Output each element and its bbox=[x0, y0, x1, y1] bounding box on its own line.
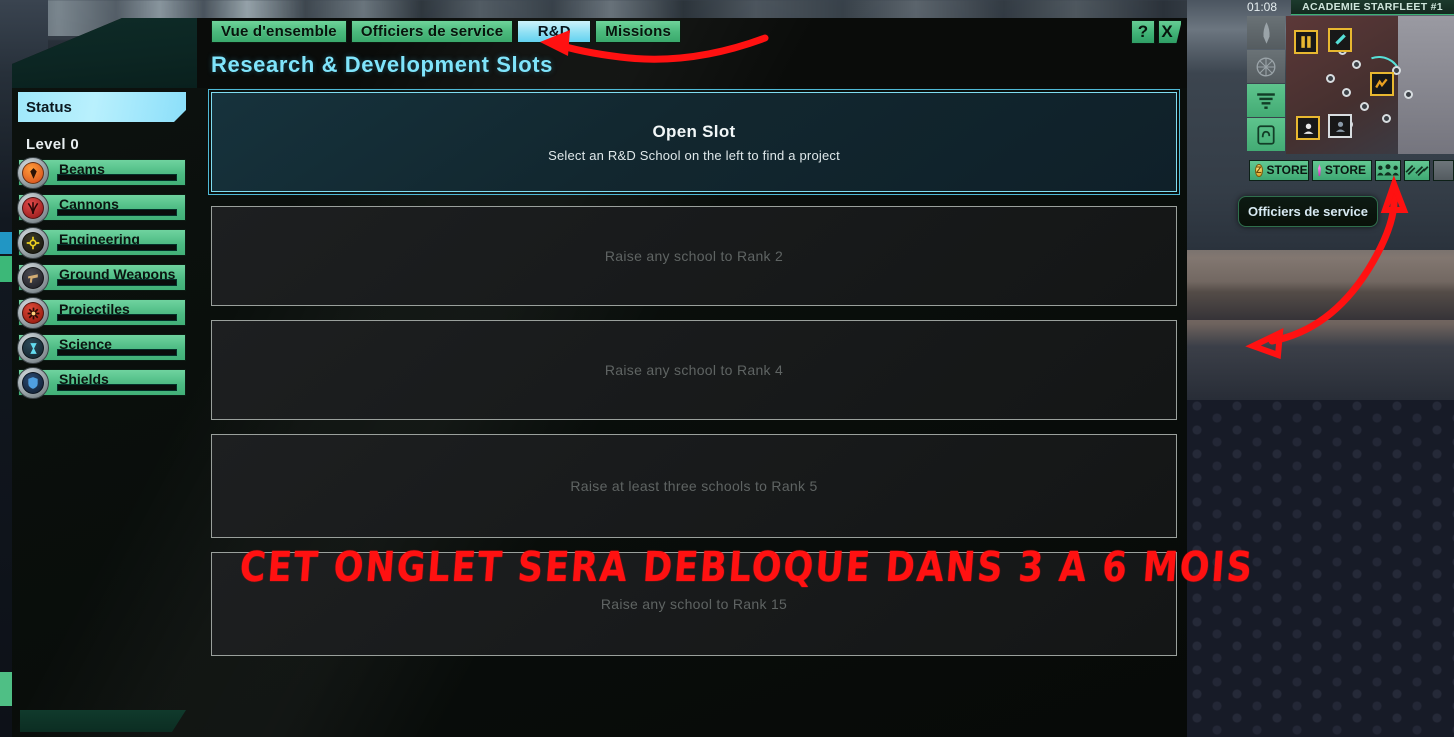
progress-bar bbox=[57, 244, 177, 251]
progress-bar bbox=[57, 279, 177, 286]
screen-root: Vue d'ensemble Officiers de service R&D … bbox=[0, 0, 1454, 737]
page-title: Research & Development Slots bbox=[211, 52, 554, 77]
progress-bar bbox=[57, 209, 177, 216]
status-header-label: Status bbox=[26, 98, 72, 116]
sidebar: Status Level 0 Beams Cannons Engineering… bbox=[17, 92, 186, 404]
hud-bottom-bar: Z STORE STORE bbox=[1245, 158, 1454, 182]
credit-coin-icon: Z bbox=[1255, 163, 1263, 177]
minimap-marker-crew[interactable] bbox=[1328, 114, 1352, 138]
slot-requirement: Raise any school to Rank 15 bbox=[600, 596, 788, 612]
comms-icon[interactable] bbox=[1247, 118, 1285, 151]
cannons-icon bbox=[17, 192, 49, 224]
hud-timer: 01:08 bbox=[1247, 0, 1278, 14]
minimap-marker-info[interactable] bbox=[1294, 30, 1318, 54]
ships-icon[interactable] bbox=[1404, 159, 1430, 181]
rnd-slot-list: Open Slot Select an R&D School on the le… bbox=[208, 89, 1180, 670]
background-right-rail bbox=[1187, 250, 1454, 320]
beams-icon bbox=[17, 157, 49, 189]
ground-weapons-icon bbox=[17, 262, 49, 294]
sidebar-item-shields[interactable]: Shields bbox=[17, 367, 186, 399]
minimap-marker-officer[interactable] bbox=[1296, 116, 1320, 140]
sidebar-item-ground-weapons[interactable]: Ground Weapons bbox=[17, 262, 186, 294]
window-controls: ? X bbox=[1131, 20, 1182, 44]
gem-icon bbox=[1318, 164, 1321, 176]
store-label: STORE bbox=[1324, 163, 1366, 177]
store-label: STORE bbox=[1266, 163, 1308, 177]
rnd-slot-locked-4: Raise any school to Rank 15 bbox=[211, 552, 1177, 656]
rnd-slot-locked-3: Raise at least three schools to Rank 5 bbox=[211, 434, 1177, 538]
moon-icon[interactable] bbox=[1433, 159, 1454, 181]
minimap[interactable] bbox=[1286, 16, 1454, 154]
tab-vue-densemble[interactable]: Vue d'ensemble bbox=[211, 20, 347, 43]
slot-subtitle: Select an R&D School on the left to find… bbox=[548, 147, 840, 163]
sidebar-item-science[interactable]: Science bbox=[17, 332, 186, 364]
store-gems-button[interactable]: STORE bbox=[1312, 159, 1372, 181]
hud-icon-rail bbox=[1247, 16, 1285, 152]
slot-requirement: Raise any school to Rank 4 bbox=[604, 362, 784, 378]
sidebar-footer-bar bbox=[20, 710, 186, 732]
signal-icon[interactable] bbox=[1247, 84, 1285, 117]
status-header: Status bbox=[18, 92, 186, 122]
background-right-floor bbox=[1187, 400, 1454, 737]
science-icon bbox=[17, 332, 49, 364]
sidebar-item-projectiles[interactable]: Projectiles bbox=[17, 297, 186, 329]
window-tab-bar: Vue d'ensemble Officiers de service R&D … bbox=[211, 20, 682, 43]
store-credits-button[interactable]: Z STORE bbox=[1249, 159, 1309, 181]
sidebar-item-cannons[interactable]: Cannons bbox=[17, 192, 186, 224]
level-label: Level 0 bbox=[26, 136, 79, 153]
game-hud: 01:08 ACADEMIE STARFLEET #1 Z STORE STOR… bbox=[1245, 0, 1454, 190]
minimap-marker-science[interactable] bbox=[1328, 28, 1352, 52]
close-button[interactable]: X bbox=[1158, 20, 1182, 44]
hud-tooltip: Officiers de service bbox=[1238, 196, 1378, 227]
progress-bar bbox=[57, 349, 177, 356]
shields-icon bbox=[17, 367, 49, 399]
progress-bar bbox=[57, 384, 177, 391]
rnd-slot-locked-1: Raise any school to Rank 2 bbox=[211, 206, 1177, 306]
minimap-marker-boost[interactable] bbox=[1370, 72, 1394, 96]
ship-icon[interactable] bbox=[1247, 16, 1285, 49]
hud-location-title: ACADEMIE STARFLEET #1 bbox=[1291, 0, 1454, 15]
starburst-icon[interactable] bbox=[1247, 50, 1285, 83]
sidebar-item-beams[interactable]: Beams bbox=[17, 157, 186, 189]
tab-rnd[interactable]: R&D bbox=[517, 20, 592, 43]
tab-officiers-de-service[interactable]: Officiers de service bbox=[350, 20, 514, 43]
progress-bar bbox=[57, 174, 177, 181]
tab-missions[interactable]: Missions bbox=[595, 20, 682, 43]
rnd-slot-locked-2: Raise any school to Rank 4 bbox=[211, 320, 1177, 420]
slot-requirement: Raise any school to Rank 2 bbox=[604, 248, 784, 264]
engineering-icon bbox=[17, 227, 49, 259]
help-button[interactable]: ? bbox=[1131, 20, 1155, 44]
progress-bar bbox=[57, 314, 177, 321]
slot-title: Open Slot bbox=[652, 121, 736, 141]
rnd-slot-open[interactable]: Open Slot Select an R&D School on the le… bbox=[208, 89, 1180, 195]
sidebar-item-engineering[interactable]: Engineering bbox=[17, 227, 186, 259]
crew-icon[interactable] bbox=[1375, 159, 1401, 181]
slot-requirement: Raise at least three schools to Rank 5 bbox=[570, 478, 818, 494]
projectiles-icon bbox=[17, 297, 49, 329]
